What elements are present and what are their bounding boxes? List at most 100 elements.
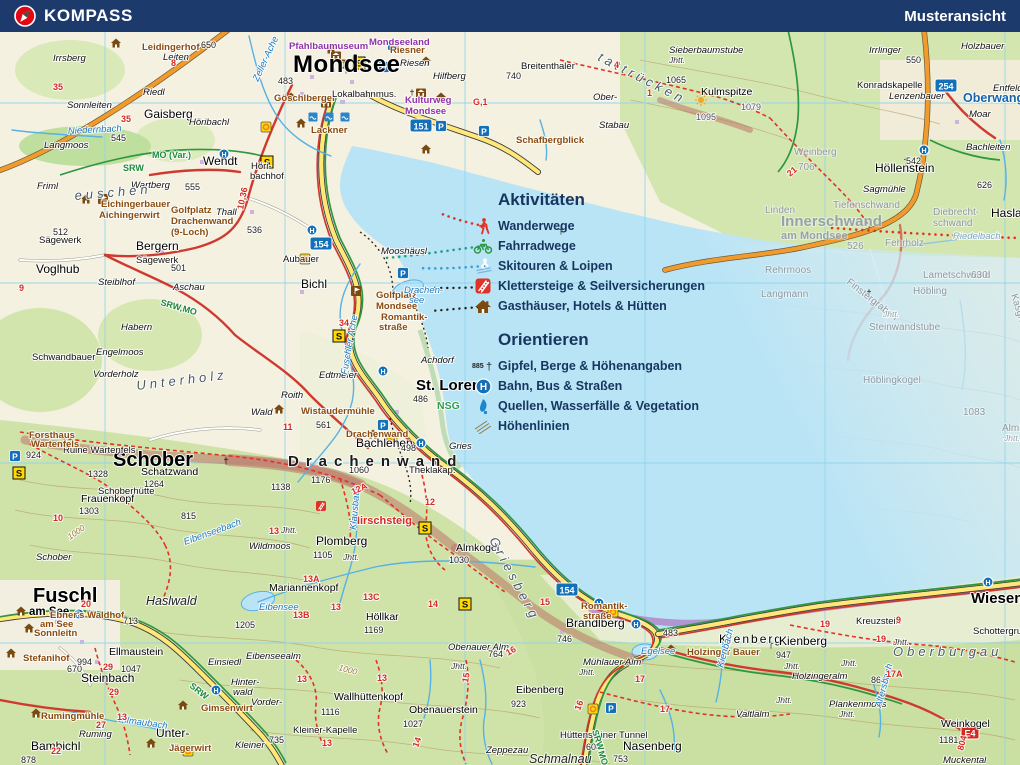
map-label: 555 xyxy=(185,182,200,192)
legend-item-label: Wanderwege xyxy=(498,219,575,233)
bus-stop-badge-text: H xyxy=(985,580,990,587)
map-label: Vorderholz xyxy=(93,369,139,380)
parking-badge-text: P xyxy=(481,127,487,137)
map-label: 1083 xyxy=(963,407,986,418)
map-label: Jhtt. xyxy=(668,55,685,65)
map-label: 1116 xyxy=(321,707,340,717)
map-label: Habern xyxy=(121,322,152,333)
map-label: Drachenwand xyxy=(288,453,463,470)
map-label: 10 xyxy=(53,513,63,523)
brand-name: KOMPASS xyxy=(44,6,133,26)
map-label: Jhtt. xyxy=(840,658,857,668)
sample-view-label: Musteransicht xyxy=(904,8,1006,25)
map-label: Gaisberg xyxy=(144,107,193,121)
map-label: Obenauerstein xyxy=(409,704,478,716)
map-label: Hilfberg xyxy=(433,71,466,82)
map-label: Kienberg xyxy=(779,634,827,648)
bus-stop-badge-text: H xyxy=(921,148,926,155)
road-badge-text: 154 xyxy=(559,586,574,596)
map-label: Jhtt. xyxy=(450,661,467,671)
map-label: 1303 xyxy=(79,506,99,516)
map-label: 486 xyxy=(413,394,428,404)
map-label: Rumingmühle xyxy=(41,711,104,722)
map-label: Jägerwirt xyxy=(169,743,212,754)
parking-badge-text: P xyxy=(608,704,614,714)
map-label: 550 xyxy=(906,55,921,65)
map-label: 735 xyxy=(269,735,284,745)
viewpoint-icon xyxy=(261,122,271,132)
sbahn-badge-text: S xyxy=(16,469,22,480)
map-label: 1095 xyxy=(696,112,716,122)
hut-door xyxy=(28,630,30,633)
bus-stop-icon: H xyxy=(468,378,498,395)
parking-badge-text: P xyxy=(12,452,18,462)
map-label: Einsiedl xyxy=(208,657,242,668)
legend-item-gipfel: 885 † Gipfel, Berge & Höhenangaben xyxy=(468,356,705,376)
sbahn-badge-text: S xyxy=(422,524,428,535)
kompass-logo-icon xyxy=(14,5,36,27)
map-label: Holzingeralm xyxy=(792,671,848,682)
map-label: 13 xyxy=(377,673,387,683)
map-label: Kulmspitze xyxy=(701,86,753,98)
map-label: Fehrholz xyxy=(885,238,924,249)
map-label: 9 xyxy=(896,615,901,625)
map-label: 29 xyxy=(103,662,113,672)
church-icon: † xyxy=(223,456,228,466)
map-label: Höllkar xyxy=(366,611,399,623)
map-label: 35 xyxy=(53,82,63,92)
parking-badge: P xyxy=(606,703,617,714)
svg-text:885: 885 xyxy=(472,363,484,370)
hut-door xyxy=(35,715,37,718)
map-label: Aichingerwirt xyxy=(99,210,161,221)
map-label: Rehrmoos xyxy=(765,265,811,276)
viewpoint-bg xyxy=(588,704,598,714)
map-label: Riesner xyxy=(390,45,425,56)
map-label: Riesen xyxy=(400,58,430,69)
map-label: Höllenstein xyxy=(875,161,934,175)
map-label: 11 xyxy=(283,422,293,432)
map-label: 740 xyxy=(506,71,521,81)
bus-stop-badge-text: H xyxy=(633,622,638,629)
map-label: 512 xyxy=(53,227,68,237)
map-label: 706 xyxy=(798,162,815,173)
map-label: 947 xyxy=(776,650,791,660)
map-label: am Mondsee xyxy=(781,230,848,242)
map-label: Steiblhof xyxy=(98,277,136,288)
summit-icon: 885 † xyxy=(468,359,498,373)
map-label: Tiefenschwand xyxy=(833,200,900,211)
map-label: 13 xyxy=(269,526,279,536)
map-label: Engelmoos xyxy=(96,347,144,358)
parking-badge: P xyxy=(479,126,490,137)
map-label: 815 xyxy=(181,511,196,521)
map-label: 1027 xyxy=(403,719,423,729)
map-legend: Aktivitäten Wanderwege Fahrradwege xyxy=(468,190,705,436)
map-label: 27 xyxy=(96,720,106,730)
legend-item-skitouren: Skitouren & Loipen xyxy=(468,256,705,276)
watersport-bg xyxy=(325,113,334,122)
hut-door xyxy=(20,613,22,616)
map-label: (9-Loch) xyxy=(171,227,208,238)
map-label: bachhof xyxy=(250,171,284,182)
hut-door xyxy=(182,707,184,710)
map-label: Riedelbach xyxy=(953,231,1001,242)
map-label: Kleiner-Kapelle xyxy=(293,725,357,736)
spring-icon xyxy=(468,398,498,415)
map-label: 498 xyxy=(401,443,416,453)
map-label: G,1 xyxy=(473,97,488,107)
legend-activities-title: Aktivitäten xyxy=(498,190,705,210)
map-label: 994 xyxy=(77,657,92,667)
map-label: Schwandbauer xyxy=(32,352,95,363)
map-label: Irrlinger xyxy=(869,45,902,56)
legend-item-quellen: Quellen, Wasserfälle & Vegetation xyxy=(468,396,705,416)
bus-stop-badge: H xyxy=(416,438,426,448)
map-label: 923 xyxy=(511,699,526,709)
map-label: 20 xyxy=(81,599,91,609)
legend-item-bahn: H Bahn, Bus & Straßen xyxy=(468,376,705,396)
map-label: Muckental xyxy=(943,755,987,765)
map-label: 29 xyxy=(109,687,119,697)
map-label: Sonnleitn xyxy=(34,628,77,639)
legend-item-label: Klettersteige & Seilversicherungen xyxy=(498,279,705,293)
map-label: Jhtt. xyxy=(578,667,595,677)
map-label: Ruming xyxy=(79,729,112,740)
map-label: Sagmühle xyxy=(863,184,906,195)
